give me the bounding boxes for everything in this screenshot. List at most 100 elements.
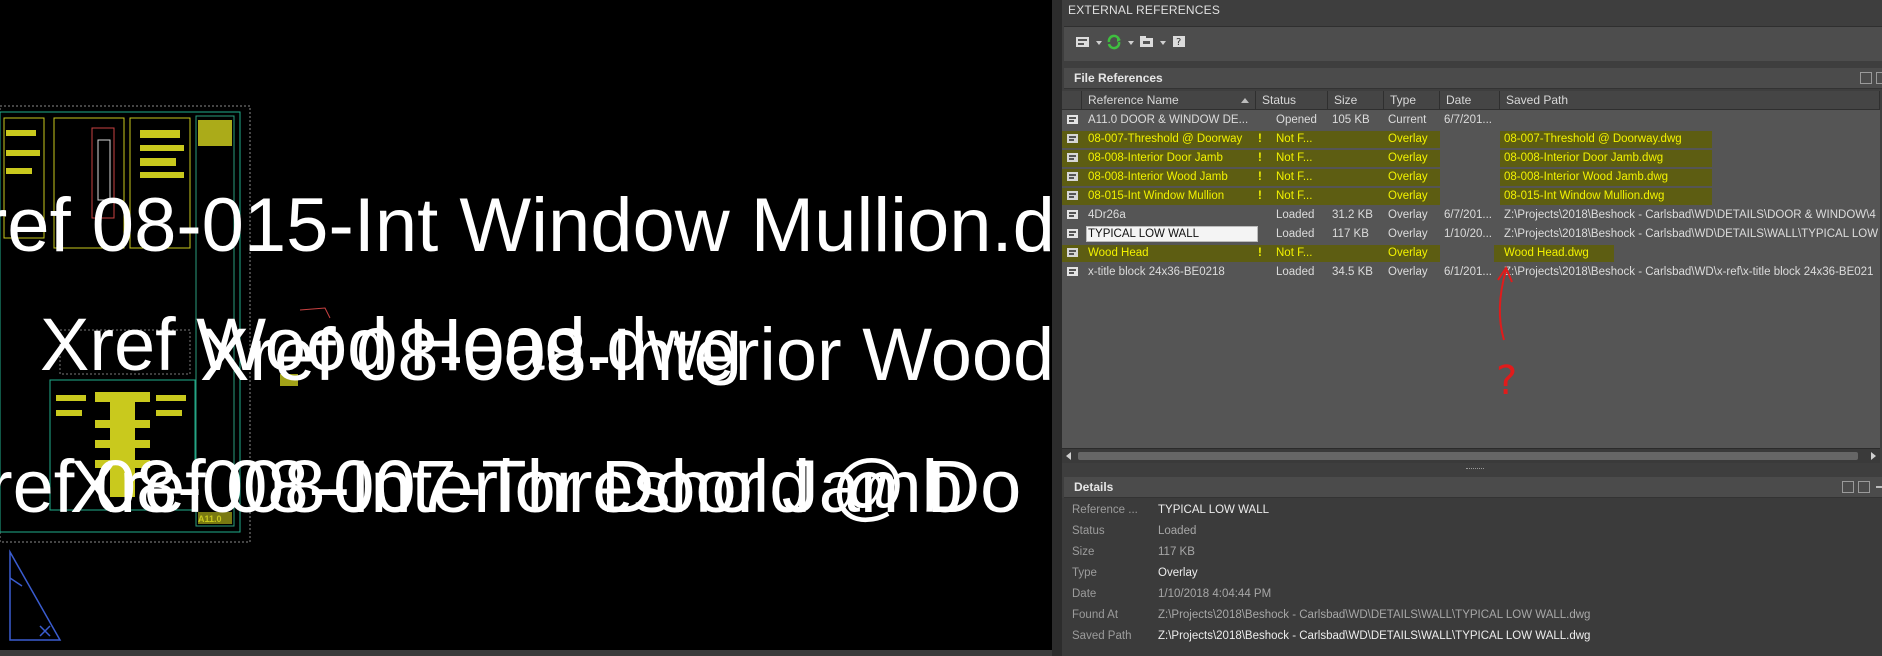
reference-status: Loaded [1276, 209, 1315, 221]
canvas-bottom-bar [0, 650, 1052, 656]
reference-date: 1/10/20... [1444, 228, 1492, 240]
reference-size: 117 KB [1332, 228, 1369, 240]
palette-edge[interactable] [1052, 0, 1062, 656]
column-header-date[interactable]: Date [1440, 91, 1500, 110]
reference-saved-path: 08-007-Threshold @ Doorway.dwg [1504, 133, 1682, 145]
table-row[interactable]: A11.0 DOOR & WINDOW DE... Opened 105 KB Cur… [1062, 111, 1880, 130]
column-header-size[interactable]: Size [1328, 91, 1384, 110]
reference-name: 08-008-Interior Door Jamb [1088, 152, 1223, 164]
column-header-type[interactable]: Type [1384, 91, 1440, 110]
reference-type: Current [1388, 114, 1427, 126]
xref-toolbar: ? [1064, 26, 1882, 61]
reference-saved-path: 08-015-Int Window Mullion.dwg [1504, 190, 1665, 202]
reference-size: 34.5 KB [1332, 266, 1373, 278]
reference-saved-path: Z:\Projects\2018\Beshock - Carlsbad\WD\D… [1504, 209, 1876, 221]
details-row: Size 117 KB [1062, 542, 1882, 563]
details-field-value[interactable]: TYPICAL LOW WALL [1158, 500, 1269, 521]
reference-status: Not F... [1276, 247, 1313, 259]
reference-saved-path: Z:\Projects\2018\Beshock - Carlsbad\WD\x… [1504, 266, 1874, 278]
reference-size: 31.2 KB [1332, 209, 1373, 221]
reference-saved-path: Wood Head.dwg [1504, 247, 1589, 259]
reference-type: Overlay [1388, 171, 1428, 183]
reference-date: 6/7/201... [1444, 209, 1492, 221]
reference-type: Overlay [1388, 190, 1428, 202]
attach-dwg-icon[interactable] [1074, 34, 1094, 52]
reference-name: 4Dr26a [1088, 209, 1126, 221]
details-row: Found At Z:\Projects\2018\Beshock - Carls… [1062, 605, 1882, 626]
details-field-label: Size [1072, 546, 1095, 558]
reference-size: 105 KB [1332, 114, 1370, 126]
change-path-icon[interactable] [1138, 34, 1158, 52]
xref-overlay-text: ref 08-015-Int Window Mullion.d [0, 183, 1052, 268]
details-row: Reference ... TYPICAL LOW WALL [1062, 500, 1882, 521]
details-header[interactable]: Details [1064, 477, 1882, 498]
drawing-canvas[interactable]: ref 08-015-Int Window Mullion.d Xref Woo… [0, 0, 1052, 656]
reference-status: Not F... [1276, 171, 1313, 183]
table-row[interactable]: x-title block 24x36-BE0218 Loaded 34.5 KB O… [1062, 263, 1880, 282]
attach-dropdown-caret[interactable] [1096, 41, 1102, 45]
horizontal-scrollbar[interactable] [1062, 448, 1880, 463]
column-header-icon[interactable] [1062, 91, 1082, 110]
table-row[interactable]: 08-008-Interior Door Jamb! Not F... Overla… [1062, 149, 1880, 168]
panel-splitter[interactable] [1062, 463, 1882, 476]
splitter-grip[interactable] [1466, 468, 1484, 471]
details-field-label: Found At [1072, 609, 1119, 621]
reference-type: Overlay [1388, 228, 1428, 240]
column-label: Reference Name [1088, 93, 1179, 107]
xref-file-icon [1066, 209, 1080, 221]
details-field-label: Type [1072, 567, 1097, 579]
refresh-icon[interactable] [1106, 34, 1126, 52]
sort-ascending-icon [1241, 98, 1249, 103]
reference-status: Opened [1276, 114, 1317, 126]
xref-file-icon [1066, 247, 1080, 259]
refresh-dropdown-caret[interactable] [1128, 41, 1134, 45]
scroll-right-icon[interactable] [1871, 452, 1876, 460]
scrollbar-thumb[interactable] [1078, 452, 1858, 460]
table-row[interactable]: TYPICAL LOW WALL Loaded 117 KB Overlay 1/10/… [1062, 225, 1880, 244]
preview-view-icon[interactable] [1858, 481, 1870, 493]
xref-file-icon [1066, 190, 1080, 202]
list-view-icon[interactable] [1860, 72, 1872, 84]
details-label: Details [1074, 480, 1114, 494]
help-icon[interactable]: ? [1170, 34, 1190, 52]
reference-saved-path: 08-008-Interior Door Jamb.dwg [1504, 152, 1664, 164]
details-row: Date 1/10/2018 4:04:44 PM [1062, 584, 1882, 605]
details-field-value[interactable]: Overlay [1158, 563, 1198, 584]
reference-type: Overlay [1388, 209, 1428, 221]
reference-status: Not F... [1276, 152, 1313, 164]
change-path-dropdown-caret[interactable] [1160, 41, 1166, 45]
collapse-icon[interactable] [1876, 486, 1882, 488]
reference-status: Not F... [1276, 133, 1313, 145]
file-references-table: Reference Name Status Size Type Date Sav… [1062, 91, 1880, 448]
table-row[interactable]: Wood Head! Not F... Overlay Wood Head.dwg [1062, 244, 1880, 263]
reference-status: Not F... [1276, 190, 1313, 202]
table-row[interactable]: 4Dr26a Loaded 31.2 KB Overlay 6/7/201... Z:\P… [1062, 206, 1880, 225]
reference-type: Overlay [1388, 133, 1428, 145]
tree-view-icon[interactable] [1876, 72, 1882, 84]
reference-status: Loaded [1276, 228, 1315, 240]
details-row: Type Overlay [1062, 563, 1882, 584]
external-references-palette: EXTERNAL REFERENCES ? File References Re… [1052, 0, 1882, 656]
reference-status: Loaded [1276, 266, 1315, 278]
column-header-saved-path[interactable]: Saved Path [1500, 91, 1880, 110]
warning-icon: ! [1258, 247, 1262, 259]
column-header-status[interactable]: Status [1256, 91, 1328, 110]
xref-file-icon [1066, 228, 1080, 240]
xref-file-icon [1066, 114, 1080, 126]
details-view-icon[interactable] [1842, 481, 1854, 493]
reference-date: 6/1/201... [1444, 266, 1492, 278]
scroll-left-icon[interactable] [1066, 452, 1071, 460]
column-header-reference-name[interactable]: Reference Name [1082, 91, 1256, 110]
xref-file-icon [1066, 266, 1080, 278]
reference-saved-path: Z:\Projects\2018\Beshock - Carlsbad\WD\D… [1504, 228, 1879, 240]
table-row[interactable]: 08-015-Int Window Mullion! Not F... Overla… [1062, 187, 1880, 206]
svg-text:?: ? [1176, 37, 1181, 48]
details-row: Saved Path Z:\Projects\2018\Beshock - Car… [1062, 626, 1882, 647]
file-references-header[interactable]: File References [1064, 68, 1882, 89]
table-row[interactable]: 08-007-Threshold @ Doorway! Not F... Overl… [1062, 130, 1880, 149]
details-field-value[interactable]: Z:\Projects\2018\Beshock - Carlsbad\WD\D… [1158, 626, 1590, 647]
palette-title: EXTERNAL REFERENCES [1068, 3, 1221, 17]
details-field-label: Saved Path [1072, 630, 1132, 642]
table-row[interactable]: 08-008-Interior Wood Jamb! Not F... Overla… [1062, 168, 1880, 187]
reference-name: x-title block 24x36-BE0218 [1088, 266, 1225, 278]
